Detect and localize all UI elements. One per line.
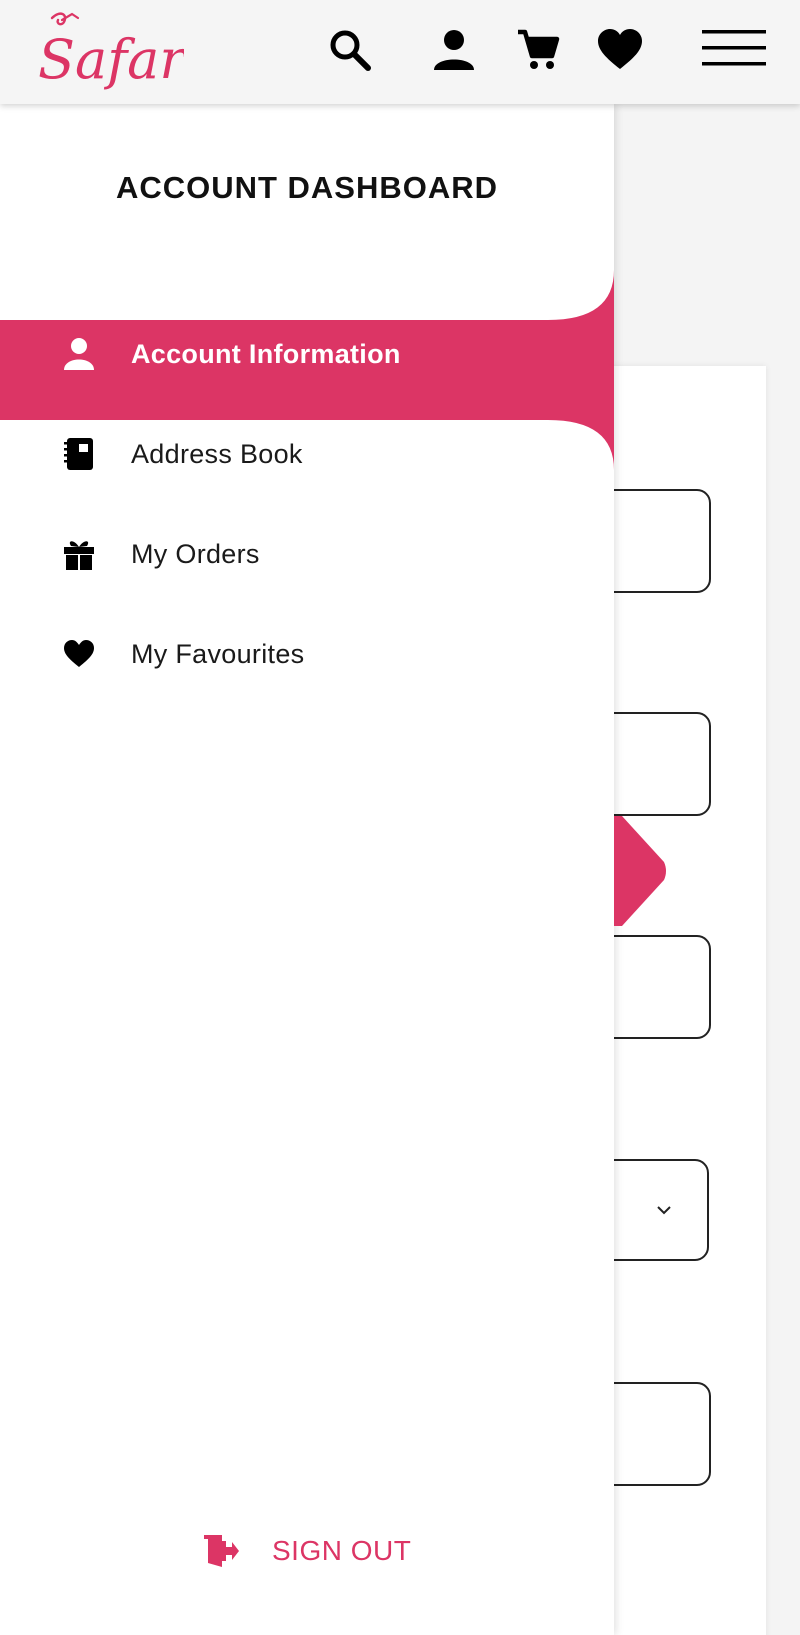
heart-icon [62, 637, 96, 671]
sidebar-item-label: Address Book [131, 438, 303, 469]
user-icon[interactable] [430, 26, 478, 74]
chevron-down-icon [657, 1206, 671, 1215]
sidebar-item-account-information[interactable]: Account Information [0, 304, 614, 404]
sign-out-icon [202, 1533, 240, 1569]
sidebar-item-address-book[interactable]: Address Book [0, 404, 614, 504]
sidebar-item-label: My Orders [131, 538, 260, 569]
search-icon[interactable] [326, 26, 374, 74]
sign-out-button[interactable]: SIGN OUT [200, 1526, 430, 1576]
drawer-title: ACCOUNT DASHBOARD [115, 170, 499, 205]
site-header: Safari [0, 0, 800, 104]
drawer-toggle-tab[interactable] [614, 816, 668, 926]
cart-icon[interactable] [514, 26, 562, 74]
heart-icon[interactable] [596, 26, 644, 74]
sidebar-item-my-favourites[interactable]: My Favourites [0, 604, 614, 704]
brand-logo[interactable]: Safari [34, 8, 202, 94]
account-dashboard-drawer: ACCOUNT DASHBOARD Account Information Ad… [0, 104, 614, 1635]
sidebar-item-label: My Favourites [131, 638, 305, 669]
sidebar-item-label: Account Information [131, 338, 401, 369]
sidebar-item-my-orders[interactable]: My Orders [0, 504, 614, 604]
sign-out-label: SIGN OUT [272, 1535, 412, 1566]
gift-icon [62, 537, 96, 571]
user-icon [62, 337, 96, 371]
logo-text: Safari [38, 28, 184, 91]
address-book-icon [62, 437, 96, 471]
hamburger-menu-icon[interactable] [702, 26, 766, 70]
